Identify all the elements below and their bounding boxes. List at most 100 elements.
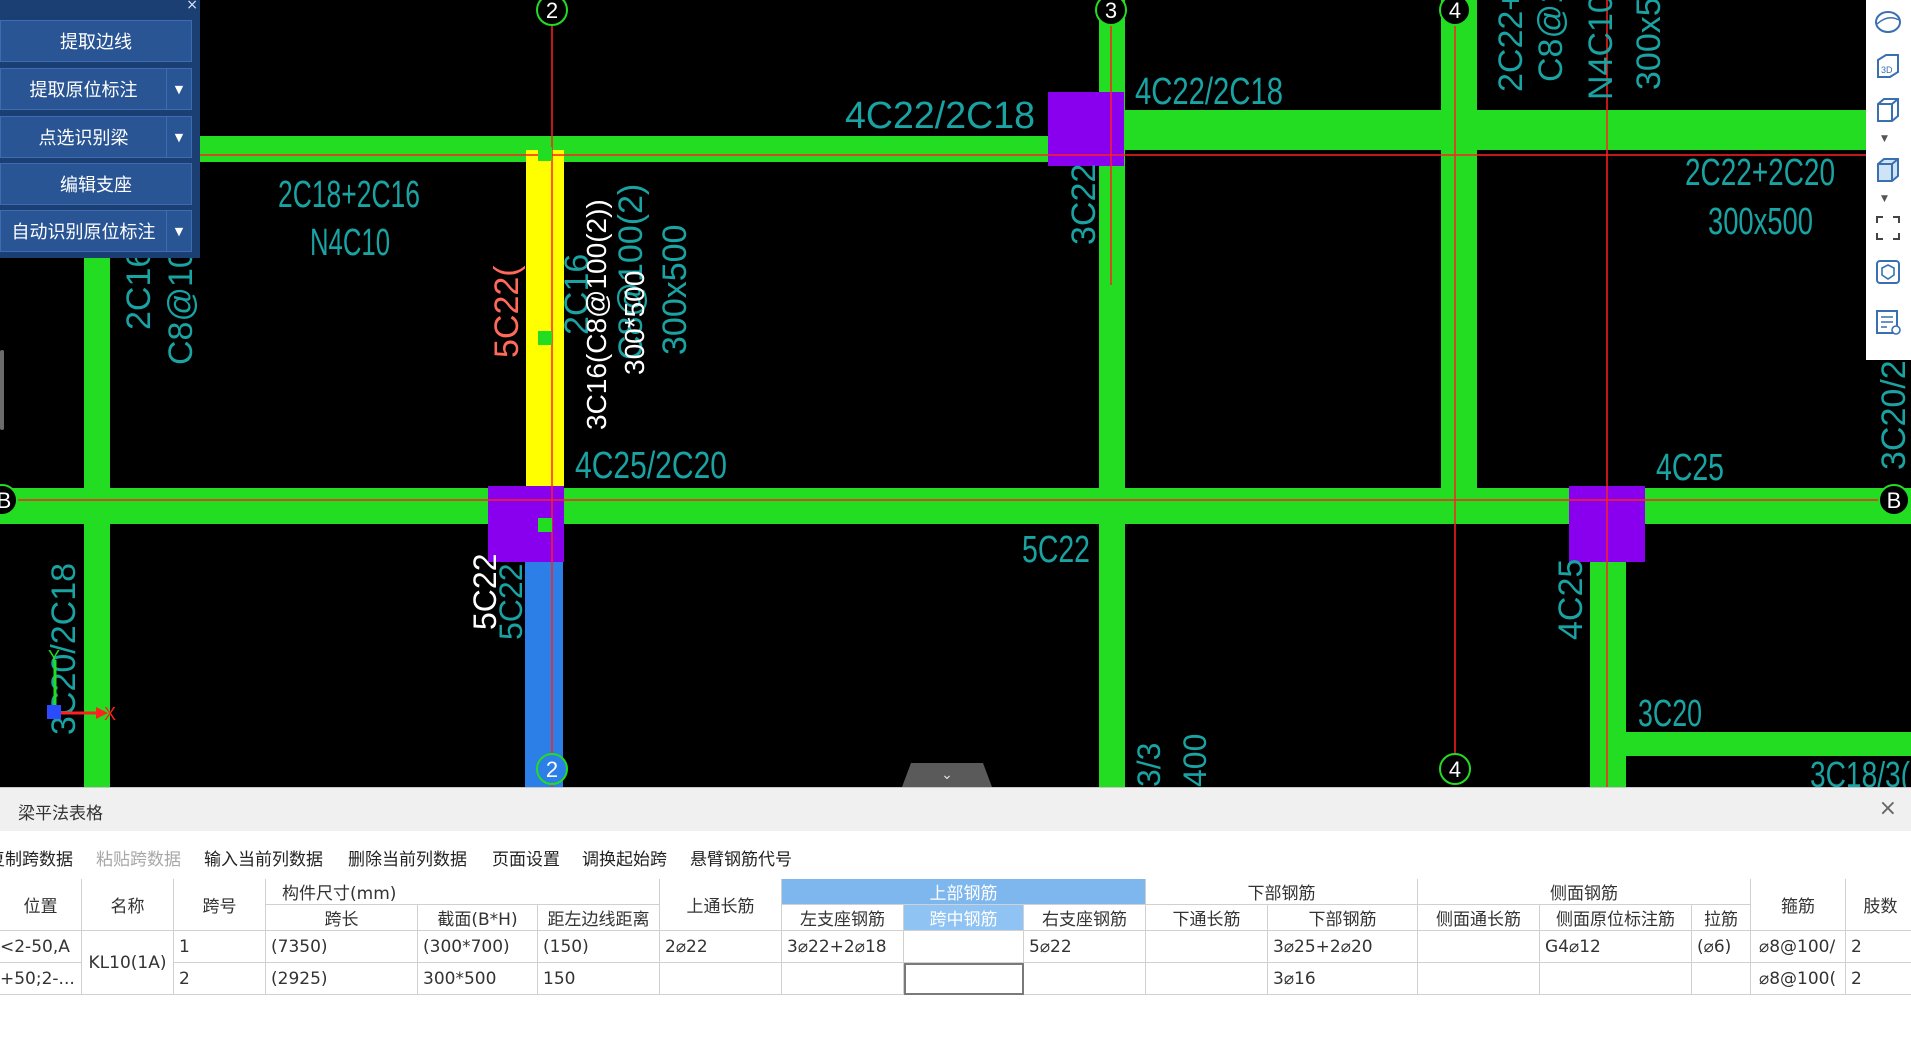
cell-stirrup[interactable]: ⌀8@100/ bbox=[1751, 931, 1846, 963]
header-top-group[interactable]: 上部钢筋 bbox=[782, 879, 1146, 905]
beam-top-left[interactable] bbox=[195, 136, 1055, 162]
axis-bubble-3-top: 3 bbox=[1095, 0, 1127, 26]
swap-start-span-button[interactable]: 调换起始跨 bbox=[582, 845, 667, 870]
cell-span-no[interactable]: 2 bbox=[174, 963, 266, 995]
button-label: 自动识别原位标注 bbox=[11, 222, 156, 243]
dropdown-arrow-icon[interactable]: ▼ bbox=[166, 117, 191, 157]
copy-span-data-button[interactable]: 复制跨数据 bbox=[0, 845, 73, 870]
cell-limb[interactable]: 2 bbox=[1846, 931, 1911, 963]
cell-side-through[interactable] bbox=[1418, 931, 1540, 963]
sphere-icon[interactable] bbox=[1872, 6, 1904, 38]
cell-section[interactable]: 300*500 bbox=[418, 963, 538, 995]
grip-top[interactable] bbox=[538, 147, 552, 161]
cell-edge-distance[interactable]: (150) bbox=[538, 931, 660, 963]
cell-left-support[interactable] bbox=[782, 963, 904, 995]
left-panel-handle[interactable] bbox=[0, 350, 4, 430]
cell-bottom-through[interactable] bbox=[1146, 931, 1268, 963]
cell-side-through[interactable] bbox=[1418, 963, 1540, 995]
header-limb[interactable]: 肢数 bbox=[1846, 879, 1911, 931]
header-left-support[interactable]: 左支座钢筋 bbox=[782, 905, 904, 931]
cell-bottom-through[interactable] bbox=[1146, 963, 1268, 995]
beam-right-lower[interactable] bbox=[1590, 560, 1626, 787]
header-mid-span[interactable]: 跨中钢筋 bbox=[904, 905, 1024, 931]
cell-name[interactable]: KL10(1A) bbox=[82, 931, 174, 995]
cell-tie[interactable] bbox=[1692, 963, 1751, 995]
cube-outline-icon[interactable] bbox=[1872, 94, 1904, 126]
cell-side-in-situ[interactable]: G4⌀12 bbox=[1540, 931, 1692, 963]
cube-filled-icon[interactable] bbox=[1872, 154, 1904, 186]
extract-in-situ-mark-button[interactable]: 提取原位标注 ▼ bbox=[0, 68, 192, 110]
svg-text:2: 2 bbox=[546, 0, 558, 23]
cell-limb[interactable]: 2 bbox=[1846, 963, 1911, 995]
header-position[interactable]: 位置 bbox=[0, 879, 82, 931]
close-icon[interactable]: × bbox=[186, 0, 198, 13]
header-name[interactable]: 名称 bbox=[82, 879, 174, 931]
cell-right-support[interactable]: 5⌀22 bbox=[1024, 931, 1146, 963]
dropdown-arrow-icon[interactable]: ▼ bbox=[166, 69, 191, 109]
cell-top-through[interactable] bbox=[660, 963, 782, 995]
page-setup-button[interactable]: 页面设置 bbox=[492, 845, 560, 870]
fullscreen-icon[interactable] bbox=[1872, 212, 1904, 244]
header-side-through[interactable]: 侧面通长筋 bbox=[1418, 905, 1540, 931]
dropdown-arrow-icon[interactable]: ▼ bbox=[166, 211, 191, 251]
cell-mid-span-selected[interactable] bbox=[904, 963, 1024, 995]
collapse-panel-tab[interactable]: ⌄ bbox=[902, 763, 992, 787]
header-span-length[interactable]: 跨长 bbox=[266, 905, 418, 931]
header-side-in-situ[interactable]: 侧面原位标注筋 bbox=[1540, 905, 1692, 931]
chevron-down-icon[interactable]: ▼ bbox=[1881, 194, 1888, 204]
cell-span-length[interactable]: (7350) bbox=[266, 931, 418, 963]
cantilever-code-button[interactable]: 悬臂钢筋代号 bbox=[690, 845, 792, 870]
header-section[interactable]: 截面(B*H) bbox=[418, 905, 538, 931]
header-tie[interactable]: 拉筋 bbox=[1692, 905, 1751, 931]
edit-support-button[interactable]: 编辑支座 bbox=[0, 163, 192, 205]
cell-bottom-bar[interactable]: 3⌀25+2⌀20 bbox=[1268, 931, 1418, 963]
blue-beam[interactable] bbox=[525, 555, 563, 787]
input-column-data-button[interactable]: 输入当前列数据 bbox=[204, 845, 323, 870]
annotation-text: 3C16(C8@100(2)) bbox=[581, 199, 612, 430]
chevron-down-icon[interactable]: ▼ bbox=[1881, 134, 1888, 144]
cell-mid-span[interactable] bbox=[904, 931, 1024, 963]
cell-bottom-bar[interactable]: 3⌀16 bbox=[1268, 963, 1418, 995]
header-side-group[interactable]: 侧面钢筋 bbox=[1418, 879, 1751, 905]
header-edge-distance[interactable]: 距左边线距离 bbox=[538, 905, 660, 931]
cell-stirrup[interactable]: ⌀8@100( bbox=[1751, 963, 1846, 995]
beam-top-right[interactable] bbox=[1120, 110, 1870, 150]
grip-mid[interactable] bbox=[538, 331, 552, 345]
header-bottom-through[interactable]: 下通长筋 bbox=[1146, 905, 1268, 931]
layer-icon[interactable] bbox=[1872, 256, 1904, 288]
cell-top-through[interactable]: 2⌀22 bbox=[660, 931, 782, 963]
cell-edge-distance[interactable]: 150 bbox=[538, 963, 660, 995]
beam-bottom-right[interactable] bbox=[1625, 732, 1911, 756]
properties-icon[interactable] bbox=[1872, 306, 1904, 338]
annotation-text: 3C20 bbox=[1638, 693, 1702, 735]
cell-right-support[interactable] bbox=[1024, 963, 1146, 995]
pick-identify-beam-button[interactable]: 点选识别梁 ▼ bbox=[0, 116, 192, 158]
cell-span-length[interactable]: (2925) bbox=[266, 963, 418, 995]
header-size-group[interactable]: 构件尺寸(mm) bbox=[266, 879, 660, 905]
3d-view-icon[interactable]: 3D bbox=[1872, 50, 1904, 82]
svg-text:2: 2 bbox=[546, 757, 558, 782]
cell-section[interactable]: (300*700) bbox=[418, 931, 538, 963]
auto-identify-in-situ-button[interactable]: 自动识别原位标注 ▼ bbox=[0, 210, 192, 252]
cell-side-in-situ[interactable] bbox=[1540, 963, 1692, 995]
annotation-text: N4C10 bbox=[1582, 0, 1620, 100]
close-icon[interactable]: × bbox=[1879, 796, 1897, 821]
grip-bottom[interactable] bbox=[538, 518, 552, 532]
header-bottom-bar[interactable]: 下部钢筋 bbox=[1268, 905, 1418, 931]
header-span-no[interactable]: 跨号 bbox=[174, 879, 266, 931]
cell-tie[interactable]: (⌀6) bbox=[1692, 931, 1751, 963]
delete-column-data-button[interactable]: 删除当前列数据 bbox=[348, 845, 467, 870]
header-stirrup[interactable]: 箍筋 bbox=[1751, 879, 1846, 931]
header-top-through[interactable]: 上通长筋 bbox=[660, 879, 782, 931]
cad-drawing[interactable]: 2 3 4 2 4 B B 4C22/2C18 4C22/2C18 2C18+2… bbox=[0, 0, 1911, 787]
header-bottom-group[interactable]: 下部钢筋 bbox=[1146, 879, 1418, 905]
cell-position[interactable]: <2-50,A bbox=[0, 931, 82, 963]
header-right-support[interactable]: 右支座钢筋 bbox=[1024, 905, 1146, 931]
extract-edge-button[interactable]: 提取边线 bbox=[0, 20, 192, 62]
paste-span-data-button[interactable]: 粘贴跨数据 bbox=[96, 845, 181, 870]
cell-position[interactable]: +50;2-... bbox=[0, 963, 82, 995]
cell-span-no[interactable]: 1 bbox=[174, 931, 266, 963]
beam-axis-4[interactable] bbox=[1441, 0, 1477, 500]
cad-canvas[interactable]: 2 3 4 2 4 B B 4C22/2C18 4C22/2C18 2C18+2… bbox=[0, 0, 1911, 787]
cell-left-support[interactable]: 3⌀22+2⌀18 bbox=[782, 931, 904, 963]
